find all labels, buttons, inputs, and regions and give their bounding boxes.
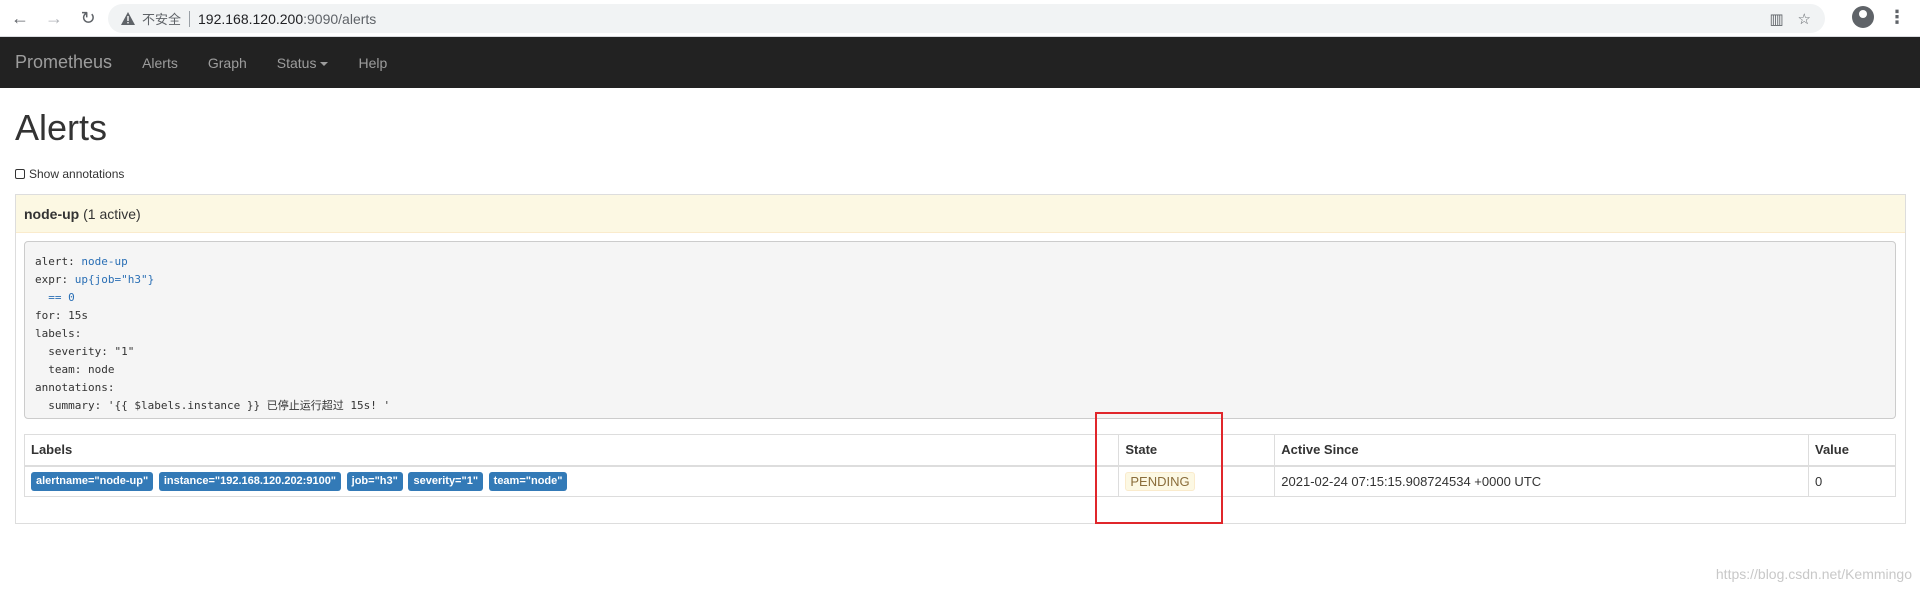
rule-line: for: 15s: [35, 309, 88, 322]
alert-rule-panel: node-up (1 active) alert: node-up expr: …: [15, 194, 1906, 524]
rule-line: team: node: [48, 363, 115, 376]
translate-icon[interactable]: ▥: [1769, 10, 1783, 28]
back-icon[interactable]: ←: [6, 4, 34, 32]
browser-toolbar: ← → ↻ 不安全 192.168.120.200 :9090/alerts ▥…: [0, 0, 1920, 37]
url-host: 192.168.120.200: [198, 10, 304, 27]
nav-alerts[interactable]: Alerts: [127, 55, 193, 71]
rule-line: labels:: [35, 327, 82, 340]
active-count: (1 active): [83, 205, 141, 222]
insecure-label: 不安全: [142, 12, 182, 27]
star-icon[interactable]: ☆: [1798, 10, 1811, 28]
rule-line: severity: "1": [48, 345, 135, 358]
labels-cell: alertname="node-up" instance="192.168.12…: [23, 465, 1120, 497]
rule-line: annotations:: [35, 381, 115, 394]
rule-line: == 0: [48, 291, 75, 304]
label-badge: team="node": [488, 471, 568, 491]
address-bar[interactable]: 不安全 192.168.120.200 :9090/alerts ▥ ☆: [108, 4, 1825, 33]
show-annotations-checkbox[interactable]: [15, 169, 25, 179]
table-row: alertname="node-up" instance="192.168.12…: [23, 465, 1896, 497]
table-header-row: Labels State Active Since Value: [23, 434, 1896, 467]
rule-name: node-up: [24, 205, 80, 222]
state-highlight-box: [1095, 412, 1223, 524]
label-badge: instance="192.168.120.202:9100": [158, 471, 342, 491]
value-cell: 0: [1808, 465, 1896, 497]
rule-definition: alert: node-up expr: up{job="h3"} == 0 f…: [24, 241, 1896, 419]
rule-line: alert: node-up: [35, 255, 128, 268]
reload-icon[interactable]: ↻: [74, 4, 102, 32]
show-annotations-toggle[interactable]: Show annotations: [15, 167, 124, 181]
label-badge: alertname="node-up": [31, 471, 154, 491]
page-title: Alerts: [15, 107, 108, 148]
active-since-cell: 2021-02-24 07:15:15.908724534 +0000 UTC: [1274, 465, 1809, 497]
divider: [189, 10, 191, 27]
header-labels: Labels: [23, 434, 1120, 467]
forward-icon[interactable]: →: [40, 4, 68, 32]
nav-help[interactable]: Help: [343, 55, 402, 71]
nav-graph[interactable]: Graph: [193, 55, 262, 71]
caret-down-icon: [320, 61, 329, 66]
menu-kebab-icon[interactable]: ⋮: [1888, 7, 1906, 28]
alert-rule-heading[interactable]: node-up (1 active): [16, 195, 1905, 233]
watermark: https://blog.csdn.net/Kemmingo: [1715, 566, 1912, 582]
header-value: Value: [1808, 434, 1896, 467]
brand-link[interactable]: Prometheus: [15, 52, 112, 73]
url-path: :9090/alerts: [303, 10, 377, 27]
rule-line: expr: up{job="h3"}: [35, 273, 155, 286]
warning-icon[interactable]: [120, 11, 136, 27]
profile-avatar-icon[interactable]: [1852, 6, 1874, 28]
label-badge: job="h3": [346, 471, 403, 491]
nav-status[interactable]: Status: [262, 55, 344, 71]
rule-line: summary: '{{ $labels.instance }} 已停止运行超过…: [48, 399, 391, 412]
prometheus-navbar: Prometheus Alerts Graph Status Help: [0, 37, 1920, 88]
label-badge: severity="1": [408, 471, 484, 491]
show-annotations-label: Show annotations: [29, 167, 125, 181]
header-active-since: Active Since: [1274, 434, 1809, 467]
nav-status-label: Status: [276, 54, 317, 71]
alerts-table: Labels State Active Since Value alertnam…: [23, 434, 1896, 497]
